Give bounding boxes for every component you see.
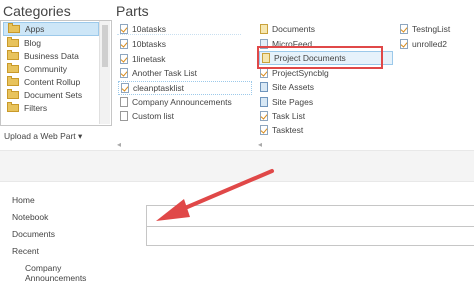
parts-header: Parts (116, 3, 149, 19)
folder-icon (7, 89, 19, 99)
nav-documents[interactable]: Documents (12, 229, 55, 239)
part-item[interactable]: Company Announcements (118, 96, 232, 108)
nav-recent-company[interactable]: Company (25, 263, 61, 273)
list-check-icon (120, 54, 128, 64)
nav-home[interactable]: Home (12, 195, 35, 205)
part-item[interactable]: Site Assets (258, 81, 314, 93)
folder-icon (7, 63, 19, 73)
part-item[interactable]: 10btasks (118, 38, 166, 50)
custom-list-icon (120, 111, 128, 121)
list-check-icon (120, 24, 128, 34)
list-check-icon (121, 83, 129, 93)
scroll-thumb[interactable] (102, 25, 108, 67)
category-item-apps[interactable]: Apps (3, 22, 99, 36)
list-check-icon (120, 39, 128, 49)
part-item[interactable]: cleanptasklist (118, 81, 252, 95)
scroll-left-icon[interactable]: ◂ (117, 140, 121, 149)
divider (117, 34, 241, 35)
scroll-left-icon[interactable]: ◂ (258, 140, 262, 149)
upload-web-part-link[interactable]: Upload a Web Part ▾ (4, 131, 82, 142)
part-item[interactable]: Documents (258, 23, 315, 35)
document-library-icon (260, 24, 268, 34)
part-item[interactable]: Tasktest (258, 124, 303, 136)
part-item[interactable]: Site Pages (258, 96, 313, 108)
folder-icon (8, 23, 20, 33)
folder-icon (7, 50, 19, 60)
category-item-blog[interactable]: Blog (3, 37, 111, 49)
site-assets-icon (260, 82, 268, 92)
site-pages-icon (260, 97, 268, 107)
categories-list[interactable]: Apps Blog Business Data Community Conten… (0, 20, 112, 126)
highlight-annotation (257, 46, 383, 69)
folder-icon (7, 37, 19, 47)
categories-header: Categories (3, 3, 71, 19)
red-arrow-annotation (156, 169, 274, 221)
list-check-icon (260, 68, 268, 78)
web-part-zone[interactable] (146, 225, 474, 246)
announcement-icon (120, 97, 128, 107)
part-item[interactable]: 1linetask (118, 53, 166, 65)
folder-icon (7, 102, 19, 112)
category-item-document-sets[interactable]: Document Sets (3, 89, 111, 101)
list-check-icon (120, 68, 128, 78)
category-item-content-rollup[interactable]: Content Rollup (3, 76, 111, 88)
part-item[interactable]: TestngList (398, 23, 450, 35)
category-item-community[interactable]: Community (3, 63, 111, 75)
list-check-icon (400, 24, 408, 34)
folder-icon (7, 76, 19, 86)
nav-recent[interactable]: Recent (12, 246, 39, 256)
list-check-icon (260, 111, 268, 121)
nav-notebook[interactable]: Notebook (12, 212, 48, 222)
chevron-down-icon: ▾ (78, 131, 83, 141)
part-item[interactable]: Task List (258, 110, 305, 122)
category-item-filters[interactable]: Filters (3, 102, 111, 114)
part-item[interactable]: Custom list (118, 110, 174, 122)
list-check-icon (260, 125, 268, 135)
categories-scrollbar[interactable] (99, 21, 110, 124)
part-item[interactable]: unrolled2 (398, 38, 447, 50)
list-check-icon (400, 39, 408, 49)
category-item-business-data[interactable]: Business Data (3, 50, 111, 62)
part-item[interactable]: Another Task List (118, 67, 197, 79)
nav-recent-announcements[interactable]: Announcements (25, 273, 86, 283)
